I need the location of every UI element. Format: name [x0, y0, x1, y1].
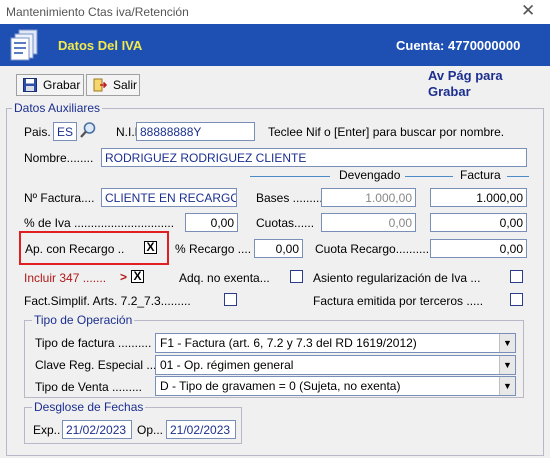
- incluir347-checkbox[interactable]: X: [131, 270, 144, 283]
- exp-date-input[interactable]: 21/02/2023: [62, 420, 132, 439]
- bases-factura-input[interactable]: 1.000,00: [430, 188, 527, 207]
- nif-hint: Teclee Nif o [Enter] para buscar por nom…: [268, 125, 505, 139]
- factura-divider-right: [507, 176, 529, 177]
- aprecargo-label: Ap. con Recargo ..: [25, 242, 125, 256]
- save-hint: Av Pág para Grabar: [428, 68, 503, 99]
- factsimp-label: Fact.Simplif. Arts. 7.2_7.3.........: [24, 294, 191, 308]
- tipo-factura-label: Tipo de factura ..........: [35, 336, 152, 350]
- window-titlebar: Mantenimiento Ctas iva/Retención ✕: [0, 0, 550, 24]
- tipo-factura-value: F1 - Factura (art. 6, 7.2 y 7.3 del RD 1…: [160, 336, 417, 350]
- factsimp-checkbox[interactable]: [224, 293, 237, 306]
- window-title: Mantenimiento Ctas iva/Retención: [6, 5, 189, 19]
- precargo-label: % Recargo ....: [175, 242, 252, 256]
- devengado-divider-right: [405, 176, 453, 177]
- tipo-venta-label: Tipo de Venta .........: [35, 380, 142, 394]
- nif-input[interactable]: 88888888Y: [136, 122, 255, 141]
- incluir347-label: Incluir 347 .......: [24, 271, 107, 285]
- header-title: Datos Del IVA: [58, 38, 143, 53]
- adq-label: Adq. no exenta...: [179, 271, 270, 285]
- aprecargo-checkbox[interactable]: X: [144, 241, 157, 254]
- nfactura-label: Nº Factura....: [24, 191, 95, 205]
- devengado-divider-left: [250, 176, 330, 177]
- emitida-label: Factura emitida por terceros .....: [313, 294, 484, 308]
- bases-label: Bases ..........: [256, 191, 327, 205]
- asiento-checkbox[interactable]: [510, 270, 523, 283]
- floppy-disk-icon: [23, 78, 37, 92]
- account-label: Cuenta: 4770000000: [396, 38, 521, 53]
- tipo-operacion-legend: Tipo de Operación: [32, 313, 135, 327]
- chevron-down-icon[interactable]: ▼: [499, 356, 515, 374]
- clave-value: 01 - Op. régimen general: [160, 358, 294, 372]
- clave-label: Clave Reg. Especial ....: [35, 358, 160, 372]
- nombre-label: Nombre........: [24, 151, 94, 165]
- salir-label: Salir: [113, 78, 138, 92]
- asiento-label: Asiento regularización de Iva ...: [313, 271, 481, 285]
- chevron-down-icon[interactable]: ▼: [499, 334, 515, 352]
- exp-label: Exp..: [33, 423, 61, 437]
- pais-input[interactable]: ES: [53, 122, 77, 141]
- factura-header: Factura: [460, 168, 501, 182]
- clave-select[interactable]: 01 - Op. régimen general ▼: [155, 355, 516, 375]
- chevron-down-icon[interactable]: ▼: [499, 377, 515, 395]
- incluir347-arrow-icon: >: [120, 270, 128, 284]
- adq-checkbox[interactable]: [290, 270, 303, 283]
- nombre-input[interactable]: RODRIGUEZ RODRIGUEZ CLIENTE: [101, 148, 527, 167]
- iva-label: % de Iva ..............................: [24, 216, 175, 230]
- close-icon[interactable]: ✕: [521, 1, 535, 21]
- cuotas-label: Cuotas......: [256, 216, 315, 230]
- desglose-fechas-legend: Desglose de Fechas: [32, 400, 146, 414]
- op-label: Op...: [137, 423, 164, 437]
- op-date-input[interactable]: 21/02/2023: [166, 420, 236, 439]
- cuotarecargo-label: Cuota Recargo..........: [315, 242, 430, 256]
- tipo-factura-select[interactable]: F1 - Factura (art. 6, 7.2 y 7.3 del RD 1…: [155, 333, 516, 353]
- tipo-venta-value: D - Tipo de gravamen = 0 (Sujeta, no exe…: [160, 379, 401, 393]
- cuotas-devengado-input: 0,00: [321, 213, 416, 232]
- search-icon[interactable]: [79, 121, 97, 139]
- bases-devengado-input: 1.000,00: [321, 188, 416, 207]
- salir-button[interactable]: Salir: [86, 74, 140, 96]
- grabar-label: Grabar: [43, 78, 81, 92]
- cuotas-factura-input[interactable]: 0,00: [430, 213, 527, 232]
- emitida-checkbox[interactable]: [510, 293, 523, 306]
- cuotarecargo-input[interactable]: 0,00: [430, 239, 527, 258]
- grabar-button[interactable]: Grabar: [16, 74, 84, 96]
- tipo-venta-select[interactable]: D - Tipo de gravamen = 0 (Sujeta, no exe…: [155, 376, 516, 396]
- precargo-input[interactable]: 0,00: [254, 239, 303, 258]
- nfactura-input[interactable]: CLIENTE EN RECARGO: [101, 188, 237, 207]
- datos-auxiliares-legend: Datos Auxiliares: [12, 101, 103, 115]
- iva-input[interactable]: 0,00: [185, 213, 238, 232]
- exit-door-icon: [93, 78, 107, 92]
- pais-label: Pais.: [24, 125, 51, 139]
- devengado-header: Devengado: [339, 168, 401, 182]
- header-banner: Datos Del IVA Cuenta: 4770000000: [0, 24, 550, 66]
- document-stack-icon: [10, 29, 38, 61]
